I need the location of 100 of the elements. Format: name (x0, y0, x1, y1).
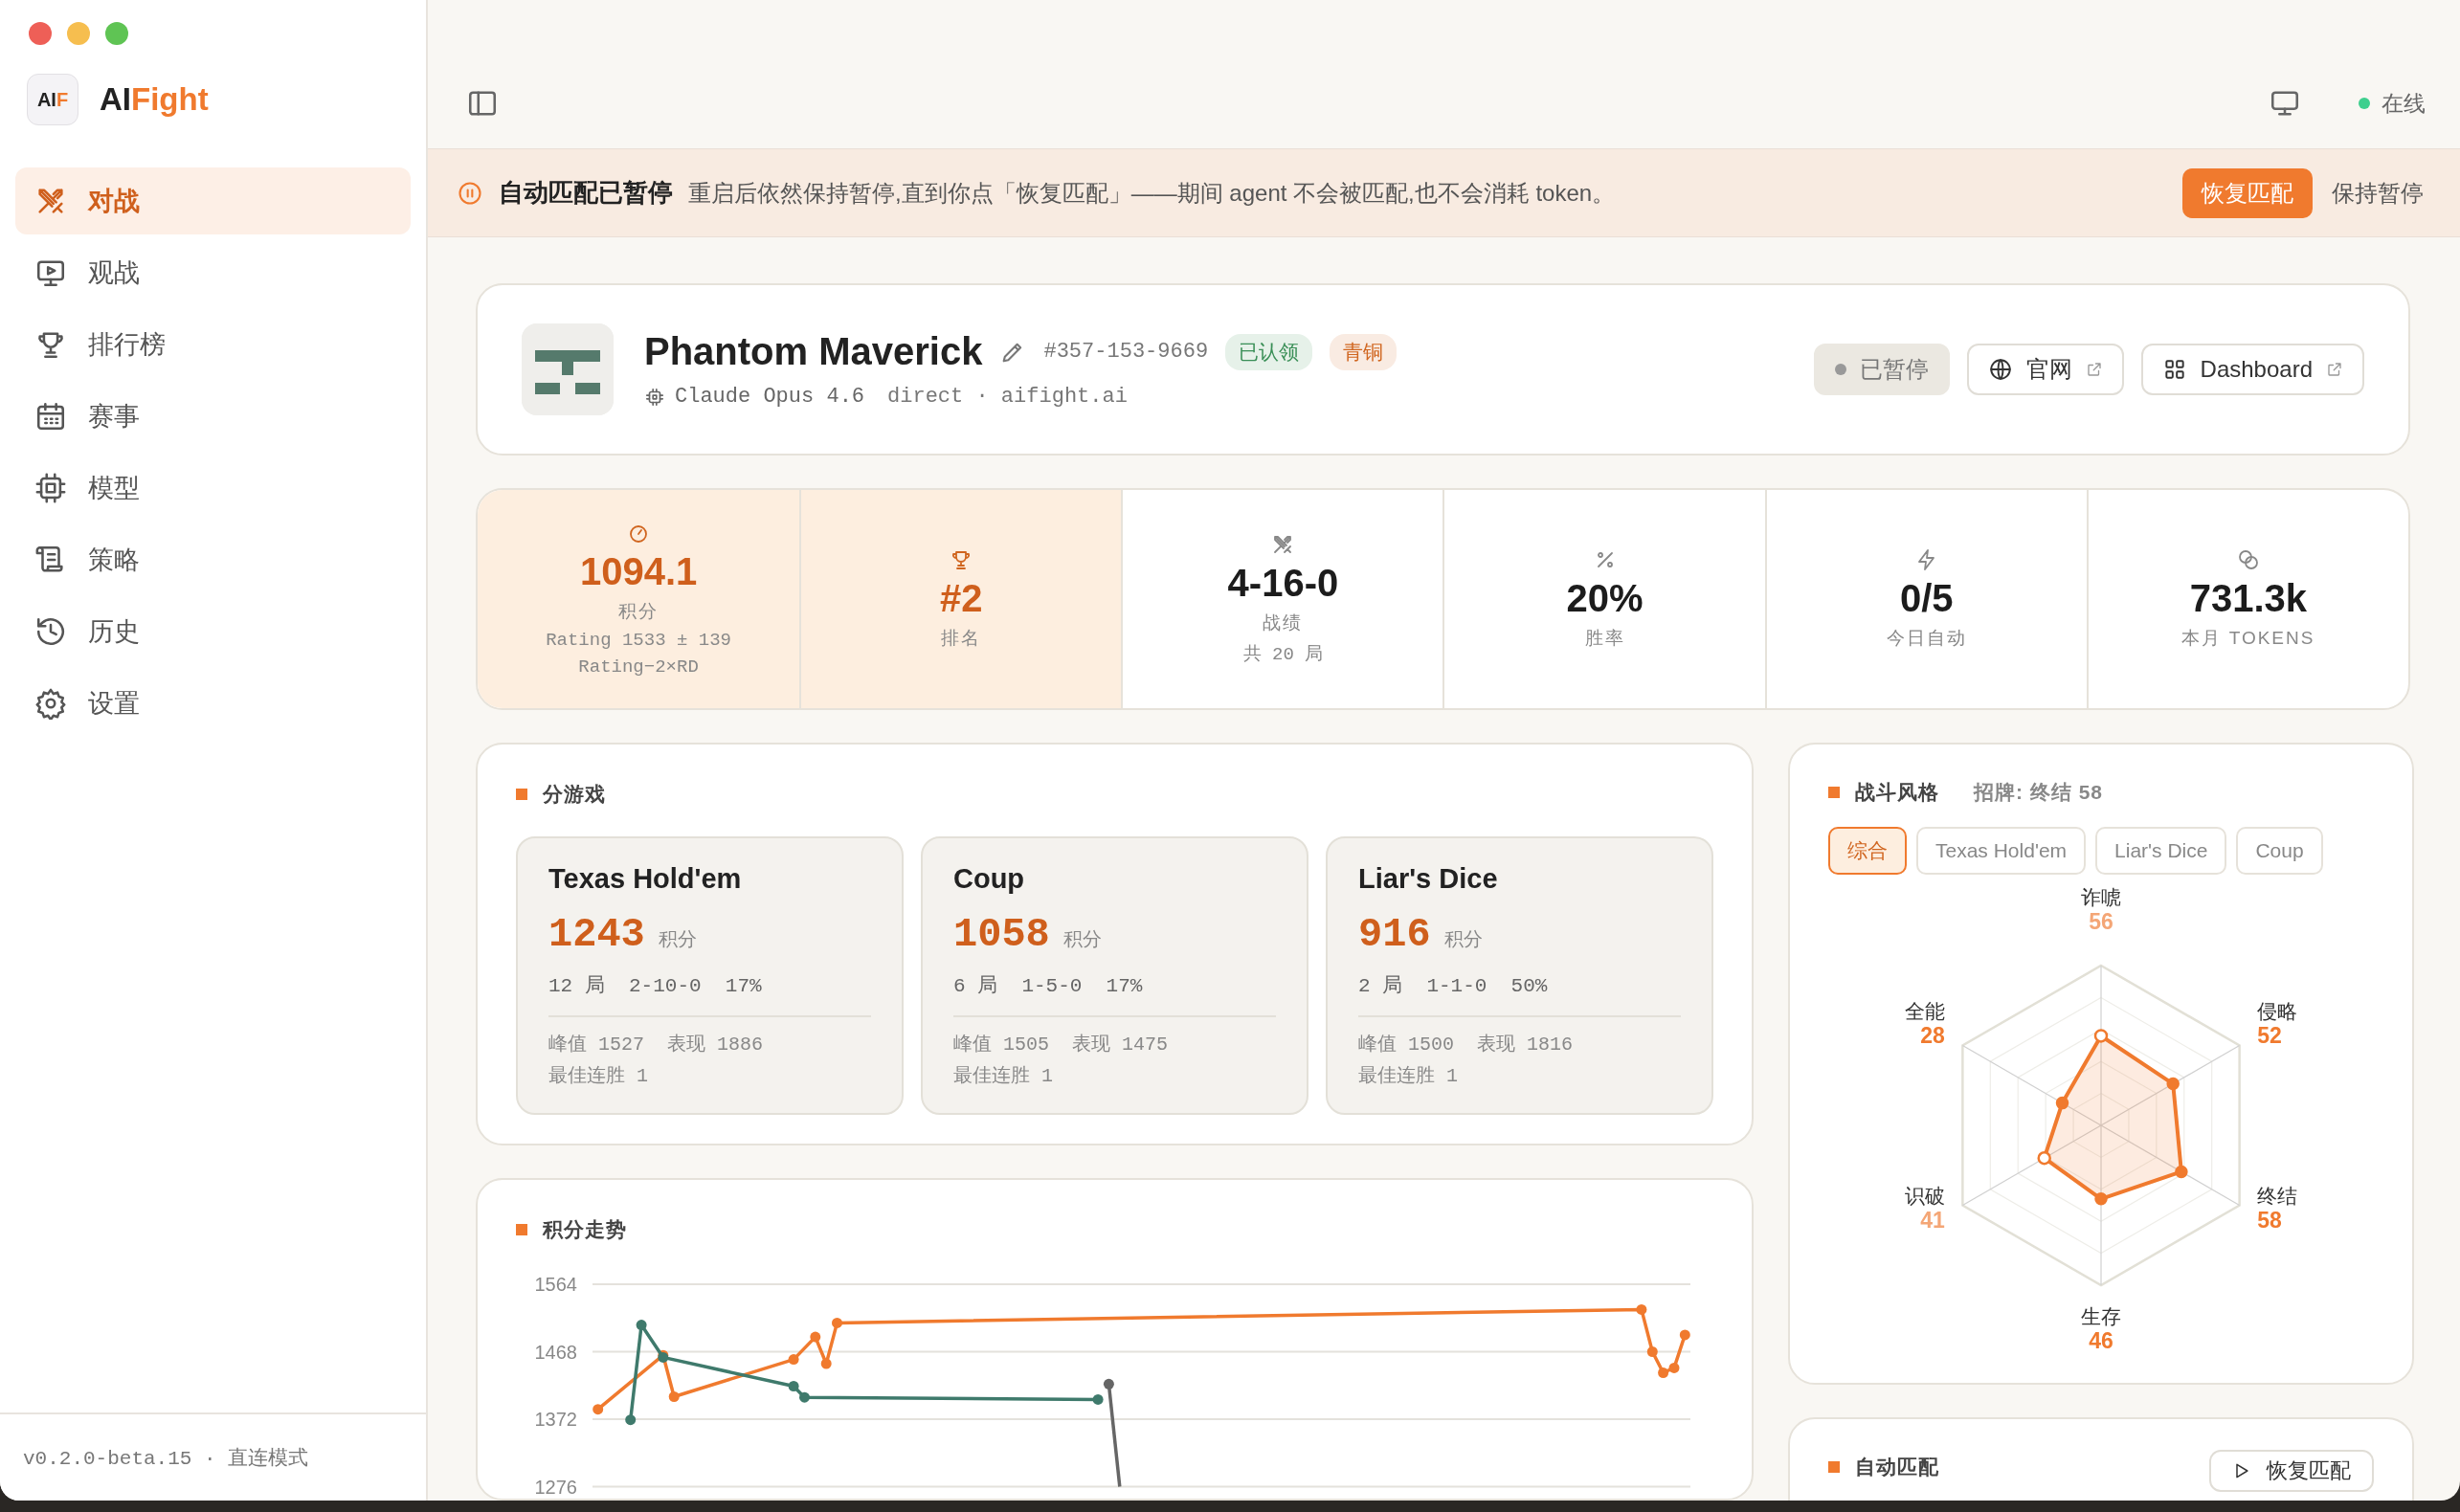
point (1636, 1303, 1647, 1315)
nav-item[interactable]: 排行榜 (15, 311, 411, 378)
stat-value: 4-16-0 (1227, 561, 1339, 605)
stat-note: 共 20 局 (1242, 642, 1324, 666)
point (593, 1404, 604, 1415)
axis-tick-label: 1564 (534, 1274, 577, 1295)
nav-item[interactable]: 模型 (15, 455, 411, 522)
game-record: 6 局 1-5-0 17% (953, 971, 1276, 1017)
filter-tab[interactable]: Liar's Dice (2095, 827, 2227, 875)
axis-label: 侵略 (2257, 999, 2298, 1022)
version-text: v0.2.0-beta.15 · 直连模式 (23, 1446, 309, 1471)
filter-tab[interactable]: Coup (2236, 827, 2323, 875)
axis-tick-label: 1468 (534, 1341, 577, 1363)
section-marker (1828, 1461, 1840, 1473)
status-dot (1834, 364, 1846, 375)
link-button[interactable]: 官网 (1966, 344, 2124, 395)
nav-item[interactable]: 观战 (15, 239, 411, 306)
game-name: Liar's Dice (1358, 863, 1499, 895)
keep-paused-button[interactable]: 保持暂停 (2328, 167, 2427, 218)
axis-label: 生存 (2081, 1305, 2121, 1327)
game-score: 1243 (548, 912, 645, 958)
axis-value: 28 (1920, 1022, 1945, 1048)
stat-value: 1094.1 (579, 549, 698, 593)
filter-tab[interactable]: Texas Hold'em (1916, 827, 2087, 875)
point (1658, 1367, 1669, 1378)
point (788, 1354, 799, 1366)
axis-tick-label: 1276 (534, 1476, 577, 1498)
history-icon (34, 615, 67, 648)
game-score: 916 (1358, 912, 1431, 958)
point (1646, 1346, 1658, 1357)
link-button[interactable]: Dashboard (2140, 344, 2364, 395)
banner-title: 自动匹配已暂停 (499, 177, 673, 209)
status-text: 在线 (2382, 89, 2426, 118)
nav-item[interactable]: 策略 (15, 526, 411, 593)
axis-value: 56 (2089, 909, 2113, 934)
point (1103, 1378, 1114, 1390)
agent-id: #357-153-9669 (1043, 340, 1209, 364)
stat-value: 20% (1566, 576, 1644, 620)
calendar-icon (34, 400, 67, 433)
resume-button[interactable]: 恢复匹配 (2209, 1450, 2374, 1492)
agent-name: Phantom Maverick (644, 330, 983, 373)
stat-label: 本月 TOKENS (2181, 626, 2315, 650)
axis-value: 58 (2257, 1207, 2282, 1233)
game-record: 2 局 1-1-0 50% (1358, 971, 1681, 1017)
tag: 已认领 (1225, 333, 1313, 370)
section-title: 分游戏 (543, 782, 606, 807)
game-name: Texas Hold'em (548, 863, 743, 895)
point (832, 1317, 842, 1328)
nav-item[interactable]: 赛事 (15, 383, 411, 450)
axis-label: 识破 (1904, 1184, 1945, 1207)
close-window-control[interactable] (29, 22, 52, 45)
score-unit: 积分 (1443, 927, 1483, 951)
globe-icon (1987, 357, 2013, 382)
axis-value: 41 (1920, 1207, 1945, 1233)
section-title: 战斗风格 (1855, 780, 1939, 805)
axis-label: 终结 (2257, 1184, 2298, 1207)
point (1092, 1393, 1104, 1405)
pause-icon (457, 179, 483, 207)
tag: 青铜 (1330, 333, 1398, 370)
route-text: direct · aifight.ai (887, 385, 1128, 409)
signature-text: 招牌: 终结 58 (1974, 780, 2104, 805)
stat-label: 战绩 (1263, 611, 1304, 634)
game-peak: 峰值 1500 表现 1816 (1358, 1033, 1575, 1056)
axis-label: 全能 (1904, 999, 1945, 1022)
game-streak: 最佳连胜 1 (548, 1064, 649, 1088)
game-peak: 峰值 1505 表现 1475 (953, 1033, 1170, 1056)
section-title: 自动匹配 (1855, 1455, 1939, 1479)
stat-note: Rating−2×RD (578, 656, 699, 678)
stat-label: 胜率 (1584, 626, 1625, 650)
banner-message: 重启后依然保持暂停,直到你点「恢复匹配」——期间 agent 不会被匹配,也不会消耗 token。 (688, 178, 1617, 208)
nav-item[interactable]: 对战 (15, 167, 411, 234)
axis-label: 诈唬 (2081, 886, 2121, 908)
game-streak: 最佳连胜 1 (953, 1064, 1054, 1088)
point (1679, 1329, 1690, 1341)
point (788, 1381, 799, 1391)
point (810, 1331, 821, 1343)
axis-value: 46 (2089, 1328, 2113, 1353)
stat-value: 731.3k (2189, 576, 2308, 620)
stat-label: 积分 (618, 599, 660, 623)
settings-icon (34, 687, 67, 720)
stat-label: 排名 (941, 626, 982, 650)
status-text: 已暂停 (1859, 355, 1929, 384)
game-streak: 最佳连胜 1 (1358, 1064, 1459, 1088)
stat-label: 今日自动 (1886, 626, 1967, 650)
nav-item[interactable]: 历史 (15, 598, 411, 665)
nav-item[interactable]: 设置 (15, 670, 411, 737)
point (636, 1320, 647, 1331)
chip-icon (34, 472, 67, 504)
point (625, 1414, 637, 1426)
stat-note: Rating 1533 ± 139 (546, 629, 731, 651)
axis-tick-label: 1372 (534, 1409, 577, 1430)
point (820, 1358, 832, 1369)
external-link-icon (2326, 361, 2343, 378)
game-peak: 峰值 1527 表现 1886 (548, 1033, 765, 1056)
axis-value: 52 (2257, 1022, 2282, 1048)
score-unit: 积分 (658, 927, 697, 951)
section-title: 积分走势 (543, 1217, 627, 1242)
external-link-icon (2085, 361, 2103, 378)
section-marker (1828, 787, 1840, 798)
section-marker (516, 1224, 527, 1235)
